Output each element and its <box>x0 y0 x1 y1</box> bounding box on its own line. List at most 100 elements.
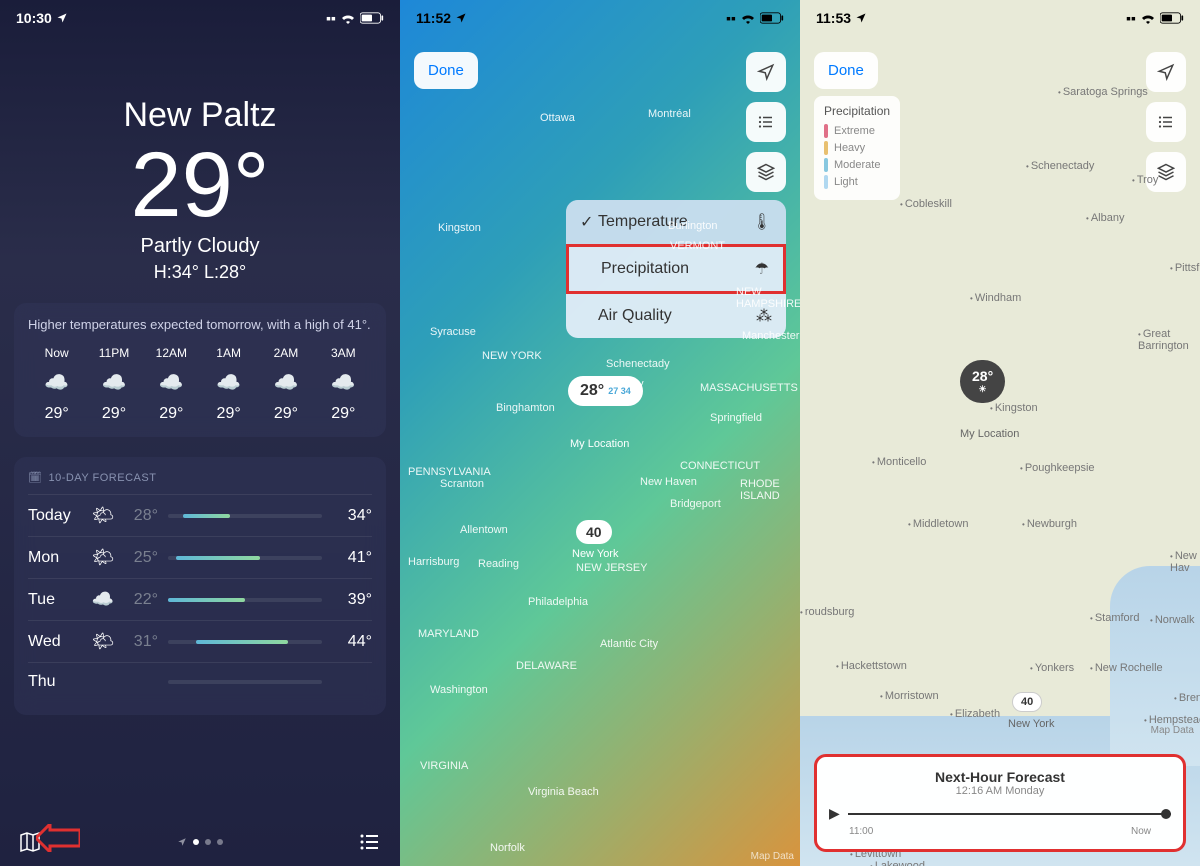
battery-icon <box>760 12 784 24</box>
legend-row: Extreme <box>824 124 890 138</box>
map-city-label: Windham <box>970 292 1021 304</box>
map-city-label: Stamford <box>1090 612 1139 624</box>
hour-label: 12AM <box>143 346 200 360</box>
map-city-label: Brentwo <box>1174 692 1200 704</box>
map-city-label: New Hav <box>1170 550 1200 574</box>
location-services-icon <box>455 12 467 24</box>
hour-column: Now☁️29° <box>28 346 85 423</box>
play-icon[interactable]: ▶ <box>829 805 840 822</box>
map-city-label: Reading <box>478 558 519 570</box>
location-temp-bubble[interactable]: 28° ☀ <box>960 360 1005 403</box>
high-low-text: H:34° L:28° <box>0 262 400 283</box>
layers-button[interactable] <box>746 152 786 192</box>
layer-icon: ☂ <box>755 259 769 279</box>
layers-button[interactable] <box>1146 152 1186 192</box>
forecast-summary: Higher temperatures expected tomorrow, w… <box>28 317 372 332</box>
timeline-track[interactable] <box>848 813 1171 815</box>
next-hour-forecast-card[interactable]: Next-Hour Forecast 12:16 AM Monday ▶ 11:… <box>814 754 1186 852</box>
hour-column: 1AM☁️29° <box>200 346 257 423</box>
map-city-label: Middletown <box>908 518 968 530</box>
map-city-label: Manchester <box>742 330 799 342</box>
daily-forecast-card[interactable]: 🗓 10-DAY FORECAST Today🌤28°34°Mon🌤25°41°… <box>14 457 386 715</box>
battery-icon <box>1160 12 1184 24</box>
list-icon[interactable] <box>358 830 382 854</box>
tick-label: Now <box>1131 826 1151 837</box>
locate-button[interactable] <box>1146 52 1186 92</box>
day-row[interactable]: Wed🌤31°44° <box>28 620 372 662</box>
temp-range-bar <box>168 680 322 684</box>
legend-row: Heavy <box>824 141 890 155</box>
map-city-label: Saratoga Springs <box>1058 86 1148 98</box>
page-dots[interactable] <box>177 837 223 847</box>
map-city-label: Burlington <box>668 220 718 232</box>
day-high: 34° <box>332 507 372 525</box>
map-city-label: Norwalk <box>1150 614 1195 626</box>
day-row[interactable]: Mon🌤25°41° <box>28 536 372 578</box>
weather-icon: 🌤 <box>88 631 118 652</box>
day-high: 39° <box>332 591 372 609</box>
locate-button[interactable] <box>746 52 786 92</box>
map-data-attribution[interactable]: Map Data <box>751 851 794 862</box>
weather-icon: ☁️ <box>257 370 314 395</box>
hour-temp: 29° <box>85 405 142 423</box>
done-button[interactable]: Done <box>414 52 478 89</box>
map-city-label: Philadelphia <box>528 596 588 608</box>
day-name: Today <box>28 507 88 525</box>
map-city-label: roudsburg <box>800 606 854 618</box>
map-city-label: Virginia Beach <box>528 786 599 798</box>
city-temp-badge[interactable]: 40 <box>1012 692 1042 712</box>
day-name: Wed <box>28 633 88 651</box>
city-temp-badge[interactable]: 40 <box>576 520 612 544</box>
location-services-icon <box>56 12 68 24</box>
status-time: 10:30 <box>16 10 52 26</box>
legend-title: Precipitation <box>824 104 890 118</box>
signal-icon: ▪▪ <box>726 10 736 26</box>
map-city-label: MARYLAND <box>418 628 479 640</box>
map-data-attribution[interactable]: Map Data <box>1151 725 1194 736</box>
hour-column: 2AM☁️29° <box>257 346 314 423</box>
day-row[interactable]: Today🌤28°34° <box>28 494 372 536</box>
map-city-label: Poughkeepsie <box>1020 462 1095 474</box>
map-city-label: Cobleskill <box>900 198 952 210</box>
day-row[interactable]: Tue☁️22°39° <box>28 578 372 620</box>
map-city-label: PENNSYLVANIA <box>408 466 491 478</box>
map-city-label: NEW HAMPSHIRE <box>736 286 800 310</box>
hourly-forecast-card[interactable]: Higher temperatures expected tomorrow, w… <box>14 303 386 437</box>
current-temperature: 29° <box>0 139 400 231</box>
list-button[interactable] <box>1146 102 1186 142</box>
hour-label: 11PM <box>85 346 142 360</box>
hour-column: 3AM☁️29° <box>315 346 372 423</box>
precipitation-legend: Precipitation Extreme Heavy Moderate Light <box>814 96 900 200</box>
battery-icon <box>360 12 384 24</box>
map-city-label: Newburgh <box>1022 518 1077 530</box>
hour-column: 12AM☁️29° <box>143 346 200 423</box>
map-city-label: Ottawa <box>540 112 575 124</box>
map-city-label: Washington <box>430 684 488 696</box>
temp-range-bar <box>168 598 322 602</box>
map-city-label: Binghamton <box>496 402 555 414</box>
hour-column: 11PM☁️29° <box>85 346 142 423</box>
map-city-label: Allentown <box>460 524 508 536</box>
status-bar: 11:52 ▪▪ <box>400 0 800 36</box>
map-city-label: VIRGINIA <box>420 760 468 772</box>
signal-icon: ▪▪ <box>326 10 336 26</box>
hour-label: 3AM <box>315 346 372 360</box>
hour-label: Now <box>28 346 85 360</box>
location-temp-bubble[interactable]: 28° 27 34 <box>568 376 643 406</box>
list-button[interactable] <box>746 102 786 142</box>
layer-label: Air Quality <box>598 307 756 325</box>
my-location-label: My Location <box>960 428 1019 440</box>
status-bar: 11:53 ▪▪ <box>800 0 1200 36</box>
day-row[interactable]: Thu <box>28 662 372 701</box>
tick-label: 11:00 <box>849 826 873 837</box>
map-city-label: Atlantic City <box>600 638 658 650</box>
location-name: New Paltz <box>0 96 400 135</box>
map-city-label: Schenectady <box>1026 160 1094 172</box>
map-city-label: New Rochelle <box>1090 662 1163 674</box>
day-name: Thu <box>28 673 88 691</box>
map-city-label: Springfield <box>710 412 762 424</box>
legend-row: Light <box>824 175 890 189</box>
legend-row: Moderate <box>824 158 890 172</box>
location-dot-icon <box>177 837 187 847</box>
done-button[interactable]: Done <box>814 52 878 89</box>
